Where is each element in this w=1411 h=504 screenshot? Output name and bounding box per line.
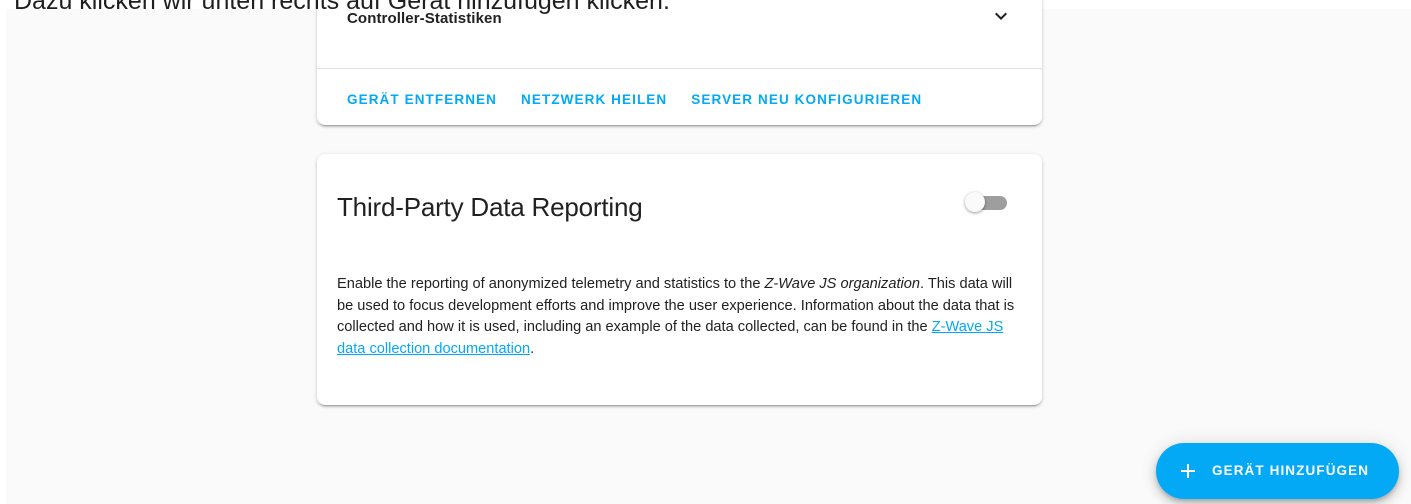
description-text-end: . bbox=[530, 340, 535, 357]
plus-icon bbox=[1181, 464, 1195, 478]
add-device-label: GERÄT HINZUFÜGEN bbox=[1212, 463, 1370, 478]
data-reporting-card: Third-Party Data Reporting Enable the re… bbox=[317, 154, 1042, 405]
controller-card: Controller-Statistiken Gerät entfernen N… bbox=[317, 0, 1042, 125]
organization-name: Z-Wave JS organization bbox=[764, 276, 920, 292]
chevron-down-icon[interactable] bbox=[989, 4, 1013, 28]
reconfigure-server-button[interactable]: Server neu konfigurieren bbox=[679, 86, 934, 113]
card-actions: Gerät entfernen Netzwerk heilen Server n… bbox=[335, 82, 934, 116]
toggle-thumb bbox=[965, 192, 985, 212]
data-reporting-title: Third-Party Data Reporting bbox=[337, 192, 643, 222]
tutorial-caption: Dazu klicken wir unten rechts auf Gerät … bbox=[14, 0, 670, 15]
heal-network-button[interactable]: Netzwerk heilen bbox=[509, 86, 679, 113]
data-reporting-toggle[interactable] bbox=[965, 191, 1009, 212]
add-device-fab[interactable]: GERÄT HINZUFÜGEN bbox=[1156, 443, 1399, 499]
data-reporting-description: Enable the reporting of anonymized telem… bbox=[337, 274, 1027, 360]
screen: Dazu klicken wir unten rechts auf Gerät … bbox=[0, 0, 1411, 504]
card-divider bbox=[317, 68, 1042, 69]
description-text-start: Enable the reporting of anonymized telem… bbox=[337, 276, 765, 292]
remove-device-button[interactable]: Gerät entfernen bbox=[335, 86, 509, 113]
